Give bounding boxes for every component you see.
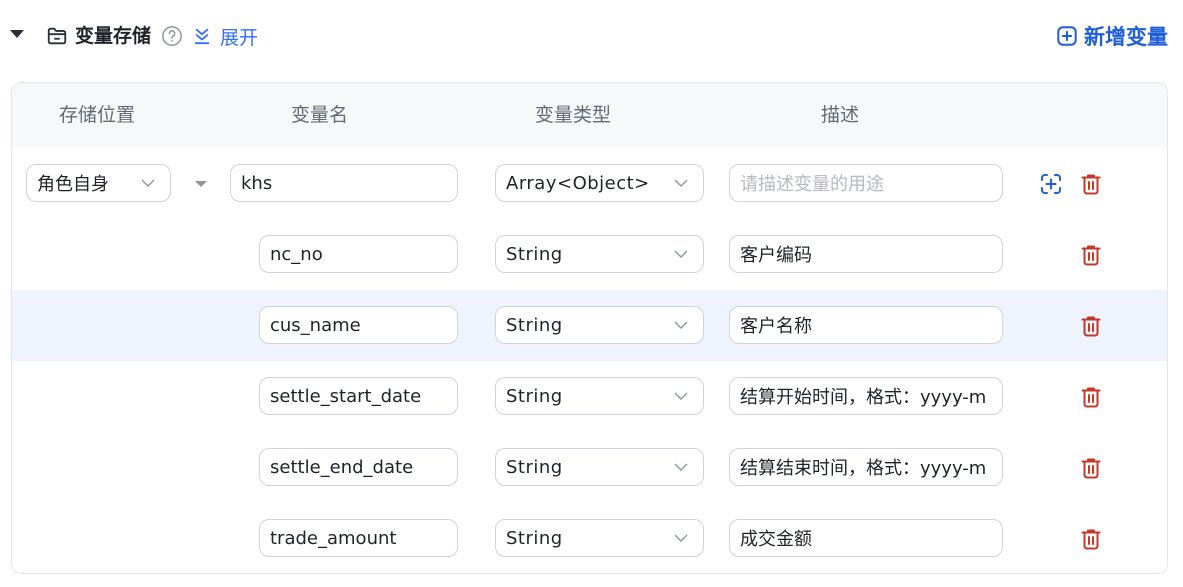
section-title: 变量存储	[75, 25, 152, 47]
column-header-type: 变量类型	[535, 104, 612, 126]
variable-type-select[interactable]: String	[495, 448, 704, 486]
variable-type-select[interactable]: String	[495, 306, 704, 344]
column-header-name: 变量名	[291, 104, 349, 126]
delete-button[interactable]	[1079, 385, 1103, 409]
delete-button[interactable]	[1079, 456, 1103, 480]
variable-type-value: String	[506, 385, 563, 407]
trash-icon	[1081, 458, 1101, 479]
trash-icon	[1081, 387, 1101, 408]
variable-name-value: nc_no	[270, 243, 323, 265]
delete-button[interactable]	[1079, 172, 1103, 196]
trash-icon	[1081, 245, 1101, 266]
variable-name-input[interactable]: khs	[230, 164, 458, 202]
description-value: 成交金额	[740, 529, 812, 550]
table-row: trade_amount String 成交金额	[12, 503, 1167, 573]
variable-name-input[interactable]: nc_no	[259, 235, 458, 273]
chevron-down-icon	[674, 179, 688, 187]
trash-icon	[1081, 174, 1101, 195]
expand-link[interactable]: 展开	[193, 24, 259, 49]
add-variable-button[interactable]: 新增变量	[1056, 22, 1168, 50]
description-input[interactable]: 客户名称	[729, 306, 1003, 344]
section-header: 变量存储 展开 新增变量	[0, 0, 1183, 72]
delete-button[interactable]	[1079, 243, 1103, 267]
chevron-down-icon	[141, 179, 155, 187]
storage-location-value: 角色自身	[37, 174, 109, 195]
variable-type-select[interactable]: String	[495, 519, 704, 557]
description-input[interactable]: 结算结束时间，格式：yyyy-m	[729, 448, 1003, 486]
variable-type-value: String	[506, 314, 563, 336]
delete-button[interactable]	[1079, 527, 1103, 551]
expand-icon	[194, 28, 210, 45]
variable-name-value: settle_end_date	[270, 456, 414, 478]
chevron-down-icon	[674, 534, 688, 542]
variable-name-input[interactable]: cus_name	[259, 306, 458, 344]
variable-type-select[interactable]: String	[495, 377, 704, 415]
description-input[interactable]: 结算开始时间，格式：yyyy-m	[729, 377, 1003, 415]
variable-name-value: khs	[241, 172, 273, 194]
description-value: 客户编码	[740, 245, 812, 266]
description-input[interactable]: 请描述变量的用途	[729, 164, 1003, 202]
add-square-icon	[1057, 26, 1077, 46]
delete-button[interactable]	[1079, 314, 1103, 338]
column-header-storage: 存储位置	[59, 104, 136, 126]
help-icon[interactable]	[161, 25, 183, 47]
variable-name-input[interactable]: settle_end_date	[259, 448, 458, 486]
table-row: 角色自身 khs Array<Object> 请描述变量的用途	[12, 148, 1167, 219]
collapse-caret-icon[interactable]	[10, 30, 24, 38]
add-variable-label: 新增变量	[1084, 25, 1168, 49]
table-header: 存储位置 变量名 变量类型 描述	[12, 83, 1167, 147]
variable-type-select[interactable]: Array<Object>	[495, 164, 704, 202]
table-row: settle_end_date String 结算结束时间，格式：yyyy-m	[12, 432, 1167, 503]
variable-name-value: trade_amount	[270, 527, 397, 549]
variable-type-value: String	[506, 456, 563, 478]
description-input[interactable]: 客户编码	[729, 235, 1003, 273]
description-input[interactable]: 成交金额	[729, 519, 1003, 557]
variable-name-input[interactable]: trade_amount	[259, 519, 458, 557]
table-row: settle_start_date String 结算开始时间，格式：yyyy-…	[12, 361, 1167, 432]
expand-label: 展开	[220, 26, 259, 49]
storage-location-select[interactable]: 角色自身	[26, 164, 171, 202]
chevron-down-icon	[674, 463, 688, 471]
chevron-down-icon	[674, 250, 688, 258]
chevron-down-icon	[674, 321, 688, 329]
variable-type-value: String	[506, 527, 563, 549]
add-child-icon	[1041, 174, 1061, 194]
description-value: 结算开始时间，格式：yyyy-m	[740, 387, 987, 408]
description-value: 结算结束时间，格式：yyyy-m	[740, 458, 987, 479]
trash-icon	[1081, 529, 1101, 550]
table-row: nc_no String 客户编码	[12, 219, 1167, 290]
variable-name-input[interactable]: settle_start_date	[259, 377, 458, 415]
folder-icon	[47, 27, 67, 45]
column-header-description: 描述	[821, 104, 860, 126]
variable-type-value: Array<Object>	[506, 172, 650, 194]
tree-collapse-caret-icon[interactable]	[195, 181, 207, 187]
variable-type-select[interactable]: String	[495, 235, 704, 273]
chevron-down-icon	[674, 392, 688, 400]
table-row: cus_name String 客户名称	[12, 290, 1167, 361]
description-placeholder: 请描述变量的用途	[740, 174, 884, 195]
variable-name-value: cus_name	[270, 314, 361, 336]
variable-name-value: settle_start_date	[270, 385, 422, 407]
description-value: 客户名称	[740, 316, 812, 337]
trash-icon	[1081, 316, 1101, 337]
variable-type-value: String	[506, 243, 563, 265]
add-child-button[interactable]	[1039, 172, 1063, 196]
variable-table: 存储位置 变量名 变量类型 描述 角色自身 khs Array<Object> …	[11, 82, 1168, 574]
